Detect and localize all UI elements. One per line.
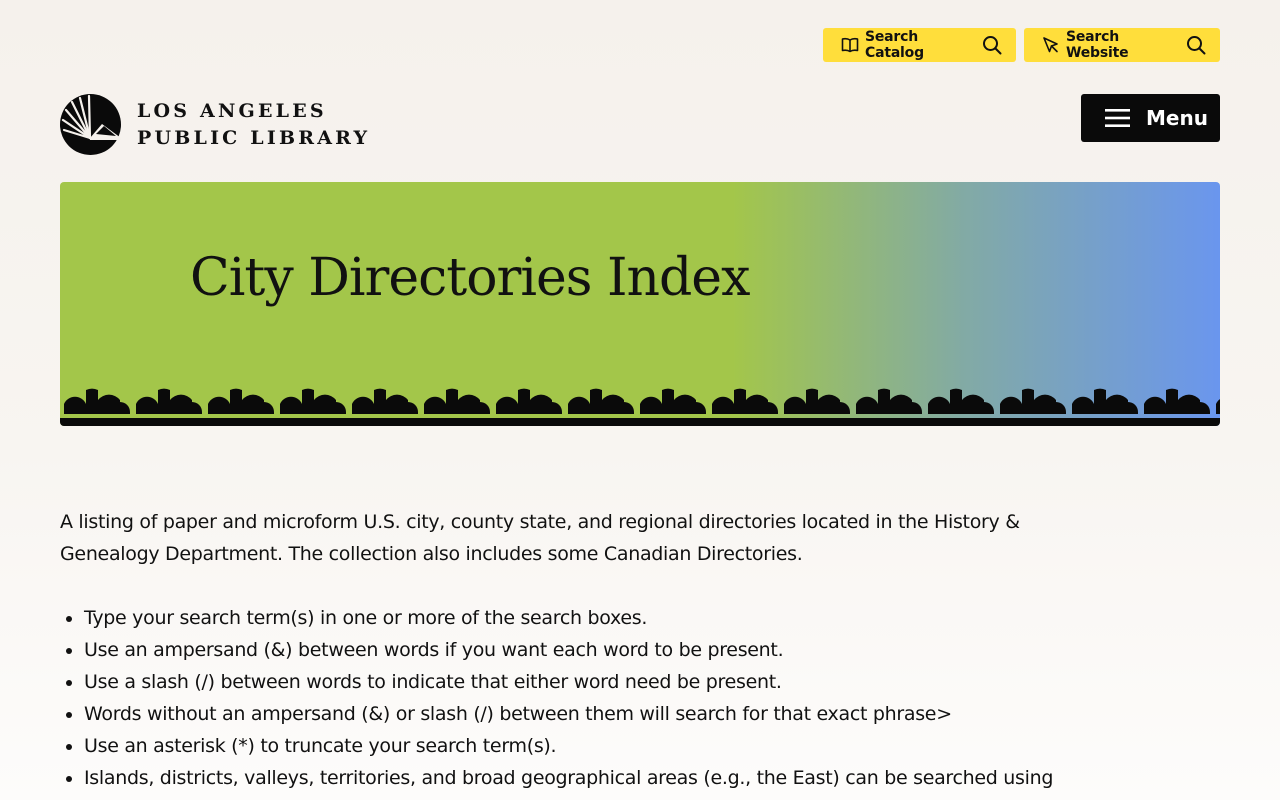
search-catalog-button[interactable]: Search Catalog [823, 28, 1016, 62]
hamburger-icon [1105, 109, 1130, 127]
search-website-label: Search Website [1066, 29, 1129, 61]
intro-paragraph: A listing of paper and microform U.S. ci… [60, 511, 1020, 565]
search-website-button[interactable]: Search Website [1024, 28, 1220, 62]
menu-button[interactable]: Menu [1081, 94, 1220, 142]
main-content: A listing of paper and microform U.S. ci… [60, 506, 1060, 794]
list-item: Type your search term(s) in one or more … [84, 602, 1060, 634]
page-title: City Directories Index [190, 248, 750, 308]
library-logo-icon [60, 94, 121, 155]
list-item: Use an ampersand (&) between words if yo… [84, 634, 1060, 666]
list-item: Use an asterisk (*) to truncate your sea… [84, 730, 1060, 762]
list-item: Islands, districts, valleys, territories… [84, 762, 1060, 794]
book-icon [841, 36, 859, 54]
search-tips-list: Type your search term(s) in one or more … [60, 602, 1060, 794]
hero-banner: City Directories Index [60, 182, 1220, 426]
logo-line-1: LOS ANGELES [137, 99, 327, 122]
list-item: Words without an ampersand (&) or slash … [84, 698, 1060, 730]
search-catalog-label: Search Catalog [865, 29, 924, 61]
top-actions: Search Catalog Search Website [823, 28, 1220, 62]
decorative-border [60, 382, 1220, 426]
search-icon [982, 35, 1002, 55]
logo-line-2: PUBLIC LIBRARY [137, 126, 371, 149]
menu-label: Menu [1146, 106, 1208, 130]
library-logo[interactable]: LOS ANGELES PUBLIC LIBRARY [60, 94, 370, 155]
cursor-icon [1042, 36, 1060, 54]
logo-wordmark: LOS ANGELES PUBLIC LIBRARY [137, 98, 370, 152]
search-icon [1186, 35, 1206, 55]
list-item: Use a slash (/) between words to indicat… [84, 666, 1060, 698]
